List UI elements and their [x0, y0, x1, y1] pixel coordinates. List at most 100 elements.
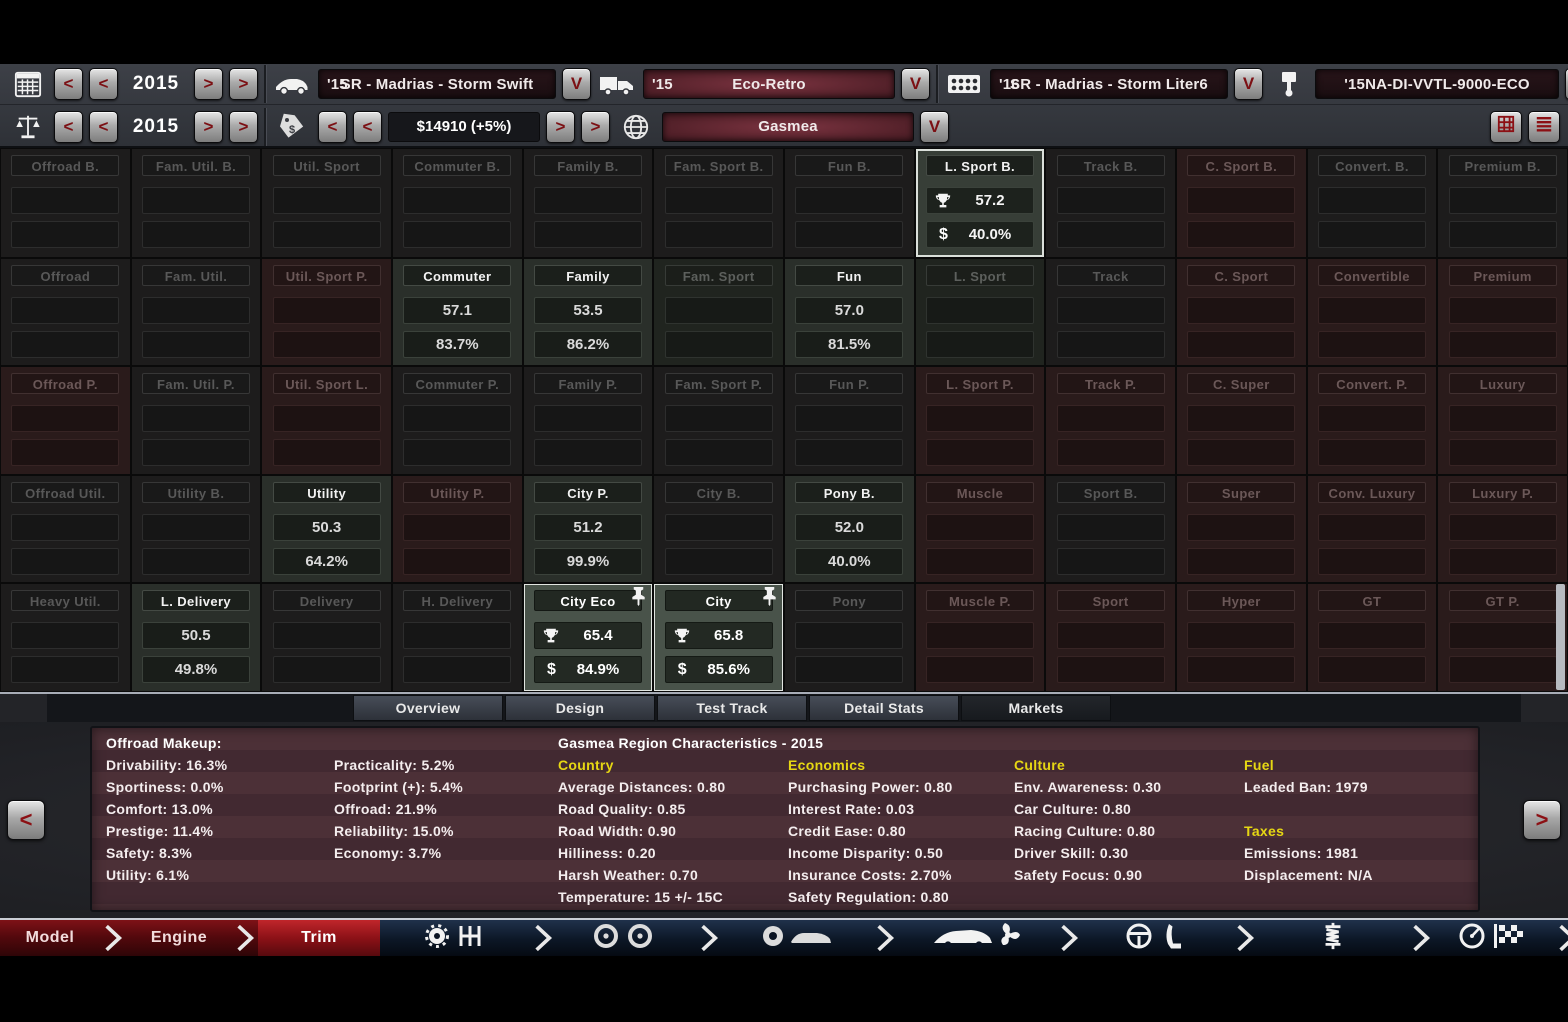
- engine-variant-dropdown[interactable]: '15NA-DI-VVTL-9000-ECO: [1315, 69, 1559, 99]
- segment-convert-b[interactable]: Convert. B.: [1308, 149, 1437, 257]
- segment-l-sport-p[interactable]: L. Sport P.: [916, 367, 1045, 473]
- segment-fam-util-p[interactable]: Fam. Util. P.: [132, 367, 261, 473]
- segment-l-sport[interactable]: L. Sport: [916, 259, 1045, 365]
- segment-family-p[interactable]: Family P.: [524, 367, 653, 473]
- segment-c-sport[interactable]: C. Sport: [1177, 259, 1306, 365]
- nav-stage-brakes[interactable]: [722, 920, 872, 956]
- pin-icon[interactable]: [760, 586, 779, 612]
- segment-city-b[interactable]: City B.: [654, 476, 783, 582]
- segment-utility[interactable]: Utility50.364.2%: [262, 476, 391, 582]
- segment-offroad-p[interactable]: Offroad P.: [1, 367, 130, 473]
- segment-delivery[interactable]: Delivery: [262, 584, 391, 691]
- compare-year-back-fast-button[interactable]: <: [54, 111, 83, 143]
- nav-stage-engine[interactable]: Engine: [126, 920, 232, 956]
- segment-track-p[interactable]: Track P.: [1046, 367, 1175, 473]
- segment-util-sport[interactable]: Util. Sport: [262, 149, 391, 257]
- segment-sport-b[interactable]: Sport B.: [1046, 476, 1175, 582]
- segment-fun-p[interactable]: Fun P.: [785, 367, 914, 473]
- segment-gt[interactable]: GT: [1308, 584, 1437, 691]
- nav-stage-trim[interactable]: Trim: [258, 920, 380, 956]
- nav-stage-suspension[interactable]: [1258, 920, 1408, 956]
- segment-muscle-p[interactable]: Muscle P.: [916, 584, 1045, 691]
- tab-test-track[interactable]: Test Track: [657, 695, 807, 721]
- tab-overview[interactable]: Overview: [353, 695, 503, 721]
- year-forward-fast-button[interactable]: >: [229, 68, 258, 100]
- segment-premium-b[interactable]: Premium B.: [1438, 149, 1567, 257]
- compare-year-back-button[interactable]: <: [89, 111, 118, 143]
- segment-muscle[interactable]: Muscle: [916, 476, 1045, 582]
- tab-detail-stats[interactable]: Detail Stats: [809, 695, 959, 721]
- segment-fun[interactable]: Fun57.081.5%: [785, 259, 914, 365]
- segment-pony-b[interactable]: Pony B.52.040.0%: [785, 476, 914, 582]
- panel-prev-button[interactable]: <: [7, 800, 45, 840]
- segment-commuter-p[interactable]: Commuter P.: [393, 367, 522, 473]
- price-down-fast-button[interactable]: <: [318, 111, 347, 143]
- segment-conv-luxury[interactable]: Conv. Luxury: [1308, 476, 1437, 582]
- tab-markets[interactable]: Markets: [961, 695, 1111, 721]
- segment-premium[interactable]: Premium: [1438, 259, 1567, 365]
- segment-family-b[interactable]: Family B.: [524, 149, 653, 257]
- price-up-fast-button[interactable]: >: [581, 111, 610, 143]
- year-back-button[interactable]: <: [89, 68, 118, 100]
- segment-util-sport-p[interactable]: Util. Sport P.: [262, 259, 391, 365]
- trim-dropdown[interactable]: '15 Eco-Retro: [643, 69, 895, 99]
- trim-dropdown-toggle[interactable]: V: [901, 68, 930, 100]
- nav-stage-test-results[interactable]: [1434, 920, 1554, 956]
- model-dropdown[interactable]: '15 SR - Madrias - Storm Swift: [318, 69, 556, 99]
- nav-stage-interior[interactable]: [1082, 920, 1232, 956]
- segment-commuter-b[interactable]: Commuter B.: [393, 149, 522, 257]
- segment-offroad-util[interactable]: Offroad Util.: [1, 476, 130, 582]
- segment-commuter[interactable]: Commuter57.183.7%: [393, 259, 522, 365]
- segment-h-delivery[interactable]: H. Delivery: [393, 584, 522, 691]
- segment-fam-sport-p[interactable]: Fam. Sport P.: [654, 367, 783, 473]
- pin-icon[interactable]: [629, 586, 648, 612]
- compare-year-forward-button[interactable]: >: [194, 111, 223, 143]
- list-view-button[interactable]: [1528, 111, 1560, 143]
- segment-luxury-p[interactable]: Luxury P.: [1438, 476, 1567, 582]
- segment-convertible[interactable]: Convertible: [1308, 259, 1437, 365]
- segment-utility-b[interactable]: Utility B.: [132, 476, 261, 582]
- tab-design[interactable]: Design: [505, 695, 655, 721]
- segment-c-super[interactable]: C. Super: [1177, 367, 1306, 473]
- segment-city-p[interactable]: City P.51.299.9%: [524, 476, 653, 582]
- segment-offroad-b[interactable]: Offroad B.: [1, 149, 130, 257]
- segment-pony[interactable]: Pony: [785, 584, 914, 691]
- segment-family[interactable]: Family53.586.2%: [524, 259, 653, 365]
- segment-c-sport-b[interactable]: C. Sport B.: [1177, 149, 1306, 257]
- year-forward-button[interactable]: >: [194, 68, 223, 100]
- segment-luxury[interactable]: Luxury: [1438, 367, 1567, 473]
- segment-l-sport-b[interactable]: L. Sport B.57.2$40.0%: [916, 149, 1045, 257]
- segment-convert-p[interactable]: Convert. P.: [1308, 367, 1437, 473]
- region-dropdown[interactable]: Gasmea: [662, 112, 914, 142]
- panel-next-button[interactable]: >: [1523, 800, 1561, 840]
- segment-city-eco[interactable]: City Eco65.4$84.9%: [524, 584, 653, 691]
- nav-stage-aero-cooling[interactable]: [898, 920, 1056, 956]
- nav-stage-model[interactable]: Model: [0, 920, 100, 956]
- engine-family-dropdown-toggle[interactable]: V: [1234, 68, 1263, 100]
- nav-stage-transmission[interactable]: [380, 920, 530, 956]
- year-back-fast-button[interactable]: <: [54, 68, 83, 100]
- segment-fam-sport-b[interactable]: Fam. Sport B.: [654, 149, 783, 257]
- segment-fam-util[interactable]: Fam. Util.: [132, 259, 261, 365]
- grid-view-button[interactable]: [1490, 111, 1522, 143]
- segment-offroad[interactable]: Offroad: [1, 259, 130, 365]
- segment-fun-b[interactable]: Fun B.: [785, 149, 914, 257]
- grid-scrollbar[interactable]: [1556, 584, 1565, 690]
- segment-heavy-util[interactable]: Heavy Util.: [1, 584, 130, 691]
- segment-util-sport-l[interactable]: Util. Sport L.: [262, 367, 391, 473]
- model-dropdown-toggle[interactable]: V: [562, 68, 591, 100]
- region-dropdown-toggle[interactable]: V: [920, 111, 949, 143]
- segment-track-b[interactable]: Track B.: [1046, 149, 1175, 257]
- segment-super[interactable]: Super: [1177, 476, 1306, 582]
- segment-fam-sport[interactable]: Fam. Sport: [654, 259, 783, 365]
- engine-family-dropdown[interactable]: '16 SR - Madrias - Storm Liter6: [990, 69, 1228, 99]
- segment-l-delivery[interactable]: L. Delivery50.549.8%: [132, 584, 261, 691]
- price-down-button[interactable]: <: [353, 111, 382, 143]
- segment-gt-p[interactable]: GT P.: [1438, 584, 1567, 691]
- segment-hyper[interactable]: Hyper: [1177, 584, 1306, 691]
- segment-track[interactable]: Track: [1046, 259, 1175, 365]
- price-up-button[interactable]: >: [546, 111, 575, 143]
- compare-year-forward-fast-button[interactable]: >: [229, 111, 258, 143]
- segment-fam-util-b[interactable]: Fam. Util. B.: [132, 149, 261, 257]
- segment-utility-p[interactable]: Utility P.: [393, 476, 522, 582]
